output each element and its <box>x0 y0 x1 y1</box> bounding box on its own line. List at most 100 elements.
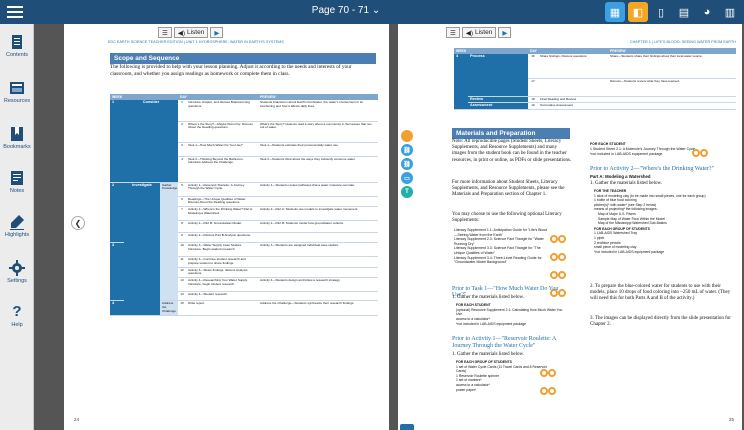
scope-sequence-table-continued: WEEK DAY PREVIEW 4 Process 16 Share find… <box>454 48 736 111</box>
link-icon[interactable]: ⛓ <box>401 158 413 170</box>
play-icon[interactable]: ▶ <box>210 27 224 38</box>
list-item: 1 Student Sheet 2.1: A Molecule's Journe… <box>590 146 696 151</box>
sidebar: Contents Resources Bookmarks Notes Highl… <box>0 24 34 430</box>
subphase-label: Gather Knowledge <box>160 182 178 302</box>
list-item: Literacy Supplement 3.4: Three-Level Rea… <box>454 255 542 265</box>
activity2-title: Prior to Activity 2—"Where's the Drinkin… <box>590 166 715 172</box>
sidebar-label: Highlights <box>4 232 30 238</box>
list-item: Literacy Supplement 2.3: Science Fact Tr… <box>454 237 544 246</box>
sidebar-item-highlights[interactable]: Highlights <box>0 214 34 238</box>
contents-icon <box>12 35 22 49</box>
more-info: For more information about Student Sheet… <box>452 180 565 198</box>
sidebar-item-contents[interactable]: Contents <box>0 34 34 58</box>
circle-marker-icon[interactable] <box>550 253 558 261</box>
table-row: 4 Process 16 Share findings. Discuss que… <box>454 54 736 111</box>
cut-page-icon[interactable]: ◧ <box>628 2 648 22</box>
library-icon[interactable]: ▥ <box>720 2 740 22</box>
activity1-title: Prior to Activity 1—"Reservoir Roulette:… <box>452 336 556 349</box>
listen-button[interactable]: ◀) Listen <box>461 27 497 38</box>
sidebar-label: Help <box>11 322 23 328</box>
page-number: 24 <box>74 417 80 422</box>
sidebar-label: Notes <box>9 188 25 194</box>
phase-label: Consider <box>124 100 178 183</box>
activity2-teacher-materials: FOR THE TEACHER 1 stick of modeling clay… <box>594 189 724 254</box>
sidebar-label: Bookmarks <box>3 144 31 150</box>
table-row: Review 18 Final Reading and Review <box>454 96 736 104</box>
page-tab-icon[interactable]: ▯ <box>651 2 671 22</box>
scope-sequence-table: WEEK DAY PREVIEW 1 Consider 1 Introduce … <box>110 94 378 316</box>
notes-icon <box>11 171 23 185</box>
circle-marker-icon[interactable] <box>558 253 566 261</box>
activity1-markers <box>540 364 568 400</box>
activity2-step1: 1. Gather the materials listed below. <box>590 181 663 186</box>
sidebar-item-bookmarks[interactable]: Bookmarks <box>0 126 34 150</box>
activity2-step2: 2. To prepare the blue-colored water for… <box>590 284 731 302</box>
palette-icon[interactable]: ◕ <box>697 2 717 22</box>
table-row: Assessment 19 Summative Assessment <box>454 102 736 111</box>
circle-marker-icon[interactable] <box>558 271 566 279</box>
running-head: EDC EARTH SCIENCE TEACHER EDITION | UNIT… <box>108 40 284 44</box>
sidebar-label: Settings <box>7 278 27 284</box>
highlight-icon <box>10 215 24 230</box>
task1-step: 1. Gather the materials listed below. <box>452 295 525 300</box>
circle-marker-icon[interactable] <box>540 369 548 377</box>
sidebar-item-help[interactable]: ? Help <box>0 303 34 329</box>
activity2-step3: 3. The images can be displayed directly … <box>590 316 731 328</box>
link-icon[interactable]: ⛓ <box>401 144 413 156</box>
sidebar-item-notes[interactable]: Notes <box>0 170 34 194</box>
circle-marker-icon[interactable] <box>548 369 556 377</box>
sidebar-item-resources[interactable]: Resources <box>0 80 34 104</box>
listen-bar: ☰ ◀) Listen ▶ <box>158 27 224 38</box>
intro-paragraph: The following is provided to help with y… <box>110 64 352 77</box>
grid-icon[interactable]: ▦ <box>605 2 625 22</box>
circle-marker-icon[interactable] <box>550 235 558 243</box>
bottom-drawer-handle[interactable] <box>400 424 414 430</box>
activity2-part: Part A: Modeling a Watershed <box>590 174 651 179</box>
circle-marker-icon[interactable] <box>540 387 548 395</box>
sidebar-label: Contents <box>5 52 28 58</box>
circle-marker-icon[interactable] <box>401 130 413 142</box>
play-icon[interactable]: ▶ <box>498 27 512 38</box>
materials-title: Materials and Preparation <box>452 128 570 139</box>
notes-icon[interactable]: ▤ <box>674 2 694 22</box>
menu-icon[interactable] <box>6 4 24 20</box>
circle-marker-icon[interactable] <box>558 235 566 243</box>
page-indicator[interactable]: Page 70 - 71 ⌄ <box>296 5 396 16</box>
previous-page-button[interactable]: ❮ <box>71 216 85 230</box>
left-page: ☰ ◀) Listen ▶ EDC EARTH SCIENCE TEACHER … <box>64 24 389 430</box>
list-item: Map of the Mississippi Watershed Sub-Bas… <box>598 221 667 226</box>
column2-markers <box>692 144 708 162</box>
sidebar-item-settings[interactable]: Settings <box>0 260 34 284</box>
section-title: Scope and Sequence <box>110 53 376 64</box>
supplements-list: Literacy Supplement 1.1: Anticipation Gu… <box>454 228 550 265</box>
list-item: Literacy Supplement 3.3: Science Fact Tr… <box>454 246 541 255</box>
list-item: (optional) Resource Supplement 2.1: Calc… <box>456 307 563 317</box>
page-number: 25 <box>728 417 734 422</box>
toolbar-tools: ▦ ◧ ▯ ▤ ◕ ▥ <box>605 2 740 22</box>
circle-marker-icon[interactable] <box>700 149 708 157</box>
book-spread: ☰ ◀) Listen ▶ EDC EARTH SCIENCE TEACHER … <box>34 24 744 430</box>
teacher-icon[interactable]: T <box>401 186 413 198</box>
resources-icon <box>10 82 24 94</box>
column2-materials: FOR EACH STUDENT 1 Student Sheet 2.1: A … <box>590 142 702 156</box>
presentation-icon[interactable]: ▭ <box>401 172 413 184</box>
bookmark-icon <box>11 127 23 141</box>
help-icon: ? <box>12 303 22 320</box>
literacy-intro: You may choose to use the following opti… <box>452 212 562 224</box>
task1-materials: FOR EACH STUDENT (optional) Resource Sup… <box>456 303 566 327</box>
right-page: ☰ ◀) Listen ▶ CHAPTER 1 | LIFE'S BLOOD: … <box>398 24 742 430</box>
phase-label: Investigate <box>124 182 160 316</box>
sidebar-label: Resources <box>3 98 31 104</box>
top-toolbar: Page 70 - 71 ⌄ ▦ ◧ ▯ ▤ ◕ ▥ <box>0 0 744 24</box>
ebook-reader: Page 70 - 71 ⌄ ▦ ◧ ▯ ▤ ◕ ▥ Contents Reso… <box>0 0 744 430</box>
listen-button[interactable]: ◀) Listen <box>173 27 209 38</box>
listen-menu-icon[interactable]: ☰ <box>446 27 460 38</box>
circle-marker-icon[interactable] <box>550 271 558 279</box>
circle-marker-icon[interactable] <box>692 149 700 157</box>
listen-menu-icon[interactable]: ☰ <box>158 27 172 38</box>
circle-marker-icon[interactable] <box>548 387 556 395</box>
list-item: access to a calculator* <box>456 316 490 321</box>
annotation-markers: ⛓ ⛓ ▭ T <box>401 130 415 200</box>
activity1-step: 1. Gather the materials listed below. <box>452 352 525 357</box>
gear-icon <box>9 260 25 276</box>
